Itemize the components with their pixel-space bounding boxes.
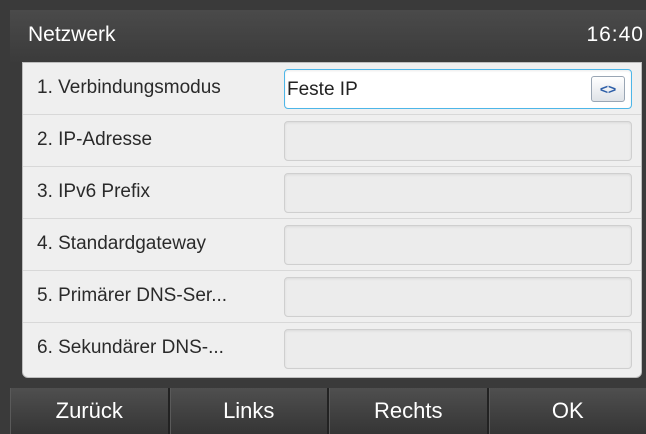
- ok-softkey[interactable]: OK: [488, 388, 646, 434]
- settings-panel: 1. Verbindungsmodus Feste IP <> 2. IP-Ad…: [22, 62, 642, 378]
- row-ipv6-prefix[interactable]: 3. IPv6 Prefix: [23, 167, 641, 219]
- ipv6-prefix-field[interactable]: [284, 173, 632, 213]
- left-right-arrows-icon[interactable]: <>: [591, 76, 625, 102]
- left-softkey[interactable]: Links: [169, 388, 329, 434]
- back-softkey[interactable]: Zurück: [10, 388, 170, 434]
- row-connection-mode[interactable]: 1. Verbindungsmodus Feste IP <>: [23, 63, 641, 115]
- page-title: Netzwerk: [28, 23, 116, 46]
- default-gateway-field[interactable]: [284, 225, 632, 265]
- right-softkey[interactable]: Rechts: [329, 388, 489, 434]
- row-secondary-dns[interactable]: 6. Sekundärer DNS-...: [23, 323, 641, 375]
- row-default-gateway[interactable]: 4. Standardgateway: [23, 219, 641, 271]
- title-bar: Netzwerk 16:40: [10, 10, 646, 62]
- row-primary-dns[interactable]: 5. Primärer DNS-Ser...: [23, 271, 641, 323]
- row-label: 6. Sekundärer DNS-...: [37, 337, 224, 358]
- row-label: 3. IPv6 Prefix: [37, 181, 150, 202]
- row-label: 1. Verbindungsmodus: [37, 77, 221, 98]
- primary-dns-field[interactable]: [284, 277, 632, 317]
- row-ip-address[interactable]: 2. IP-Adresse: [23, 115, 641, 167]
- row-label: 2. IP-Adresse: [37, 129, 153, 150]
- row-label: 4. Standardgateway: [37, 233, 207, 254]
- connection-mode-value: Feste IP: [287, 79, 358, 100]
- softkey-bar: Zurück Links Rechts OK: [10, 388, 646, 434]
- connection-mode-select[interactable]: Feste IP <>: [284, 69, 632, 109]
- secondary-dns-field[interactable]: [284, 329, 632, 369]
- row-label: 5. Primärer DNS-Ser...: [37, 285, 228, 306]
- ip-address-field[interactable]: [284, 121, 632, 161]
- clock: 16:40: [586, 23, 644, 46]
